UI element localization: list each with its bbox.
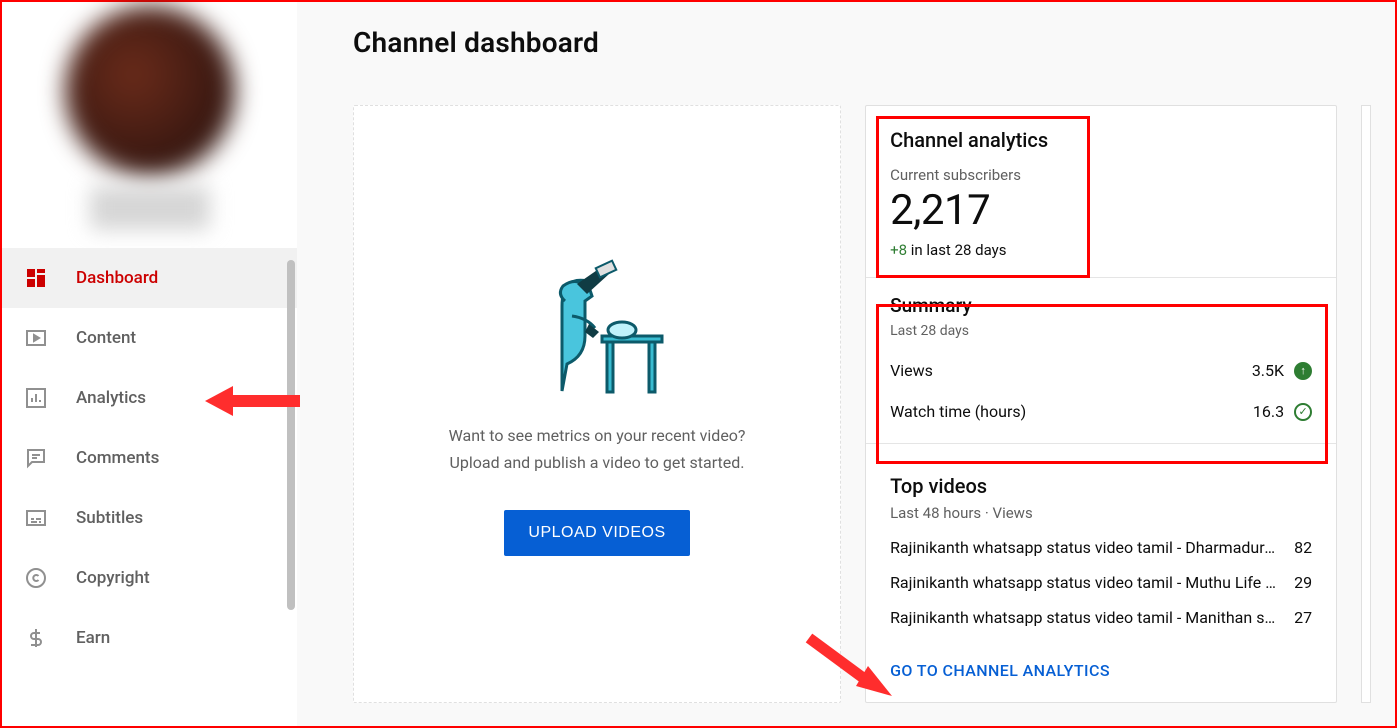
top-videos-period: Last 48 hours · Views <box>890 504 1312 522</box>
channel-analytics-card: Channel analytics Current subscribers 2,… <box>865 105 1337 703</box>
subscribers-delta: +8 in last 28 days <box>890 241 1312 259</box>
metric-label: Watch time (hours) <box>890 402 1026 421</box>
sidebar: Dashboard Content Analytics Comments <box>2 2 297 726</box>
sidebar-item-label: Content <box>76 328 136 348</box>
video-title: Rajinikanth whatsapp status video tamil … <box>890 573 1282 592</box>
goto-channel-analytics-link[interactable]: GO TO CHANNEL ANALYTICS <box>890 661 1312 680</box>
content-icon <box>24 326 48 350</box>
video-views: 27 <box>1294 608 1312 627</box>
trend-up-icon: ↑ <box>1294 362 1312 380</box>
top-videos-section: Top videos Last 48 hours · Views Rajinik… <box>890 474 1312 627</box>
upload-prompt: Want to see metrics on your recent video… <box>449 422 746 476</box>
upload-illustration <box>517 246 677 406</box>
subscribers-label: Current subscribers <box>890 166 1312 184</box>
sidebar-item-dashboard[interactable]: Dashboard <box>2 248 297 308</box>
subtitles-icon <box>24 506 48 530</box>
video-views: 82 <box>1294 538 1312 557</box>
page-title: Channel dashboard <box>353 26 1371 59</box>
trend-flat-icon: ✓ <box>1294 403 1312 421</box>
video-title: Rajinikanth whatsapp status video tamil … <box>890 538 1282 557</box>
sidebar-item-label: Dashboard <box>76 268 158 288</box>
dashboard-icon <box>24 266 48 290</box>
sidebar-item-label: Copyright <box>76 568 150 588</box>
channel-name-blurred <box>90 186 210 230</box>
metric-watch-time[interactable]: Watch time (hours) 16.3 ✓ <box>890 402 1312 421</box>
channel-avatar[interactable] <box>65 6 235 176</box>
sidebar-item-label: Comments <box>76 448 159 468</box>
sidebar-scrollbar[interactable] <box>287 260 295 610</box>
summary-period: Last 28 days <box>890 323 1312 339</box>
sidebar-item-subtitles[interactable]: Subtitles <box>2 488 297 548</box>
video-views: 29 <box>1294 573 1312 592</box>
main-content: Channel dashboard <box>297 2 1395 726</box>
sidebar-item-comments[interactable]: Comments <box>2 428 297 488</box>
summary-heading: Summary <box>890 294 1312 317</box>
metric-value: 16.3 <box>1253 402 1284 421</box>
metric-value: 3.5K <box>1252 361 1284 380</box>
sidebar-nav: Dashboard Content Analytics Comments <box>2 248 297 668</box>
sidebar-item-earn[interactable]: Earn <box>2 608 297 668</box>
summary-section: Summary Last 28 days Views 3.5K ↑ Watch … <box>890 278 1312 421</box>
subscribers-count: 2,217 <box>890 186 1312 235</box>
analytics-heading: Channel analytics <box>890 128 1312 152</box>
next-card-peek <box>1361 105 1371 703</box>
sidebar-item-label: Analytics <box>76 388 146 408</box>
upload-videos-button[interactable]: UPLOAD VIDEOS <box>504 510 689 556</box>
top-video-row[interactable]: Rajinikanth whatsapp status video tamil … <box>890 573 1312 592</box>
top-video-row[interactable]: Rajinikanth whatsapp status video tamil … <box>890 608 1312 627</box>
metric-label: Views <box>890 361 933 380</box>
sidebar-item-analytics[interactable]: Analytics <box>2 368 297 428</box>
sidebar-item-content[interactable]: Content <box>2 308 297 368</box>
video-title: Rajinikanth whatsapp status video tamil … <box>890 608 1282 627</box>
comments-icon <box>24 446 48 470</box>
sidebar-item-label: Subtitles <box>76 508 143 528</box>
earn-icon <box>24 626 48 650</box>
sidebar-item-label: Earn <box>76 628 110 648</box>
top-video-row[interactable]: Rajinikanth whatsapp status video tamil … <box>890 538 1312 557</box>
upload-card: Want to see metrics on your recent video… <box>353 105 841 703</box>
metric-views[interactable]: Views 3.5K ↑ <box>890 361 1312 380</box>
copyright-icon <box>24 566 48 590</box>
channel-header <box>2 6 297 248</box>
analytics-icon <box>24 386 48 410</box>
sidebar-item-copyright[interactable]: Copyright <box>2 548 297 608</box>
top-videos-heading: Top videos <box>890 474 1312 498</box>
divider <box>866 443 1336 444</box>
